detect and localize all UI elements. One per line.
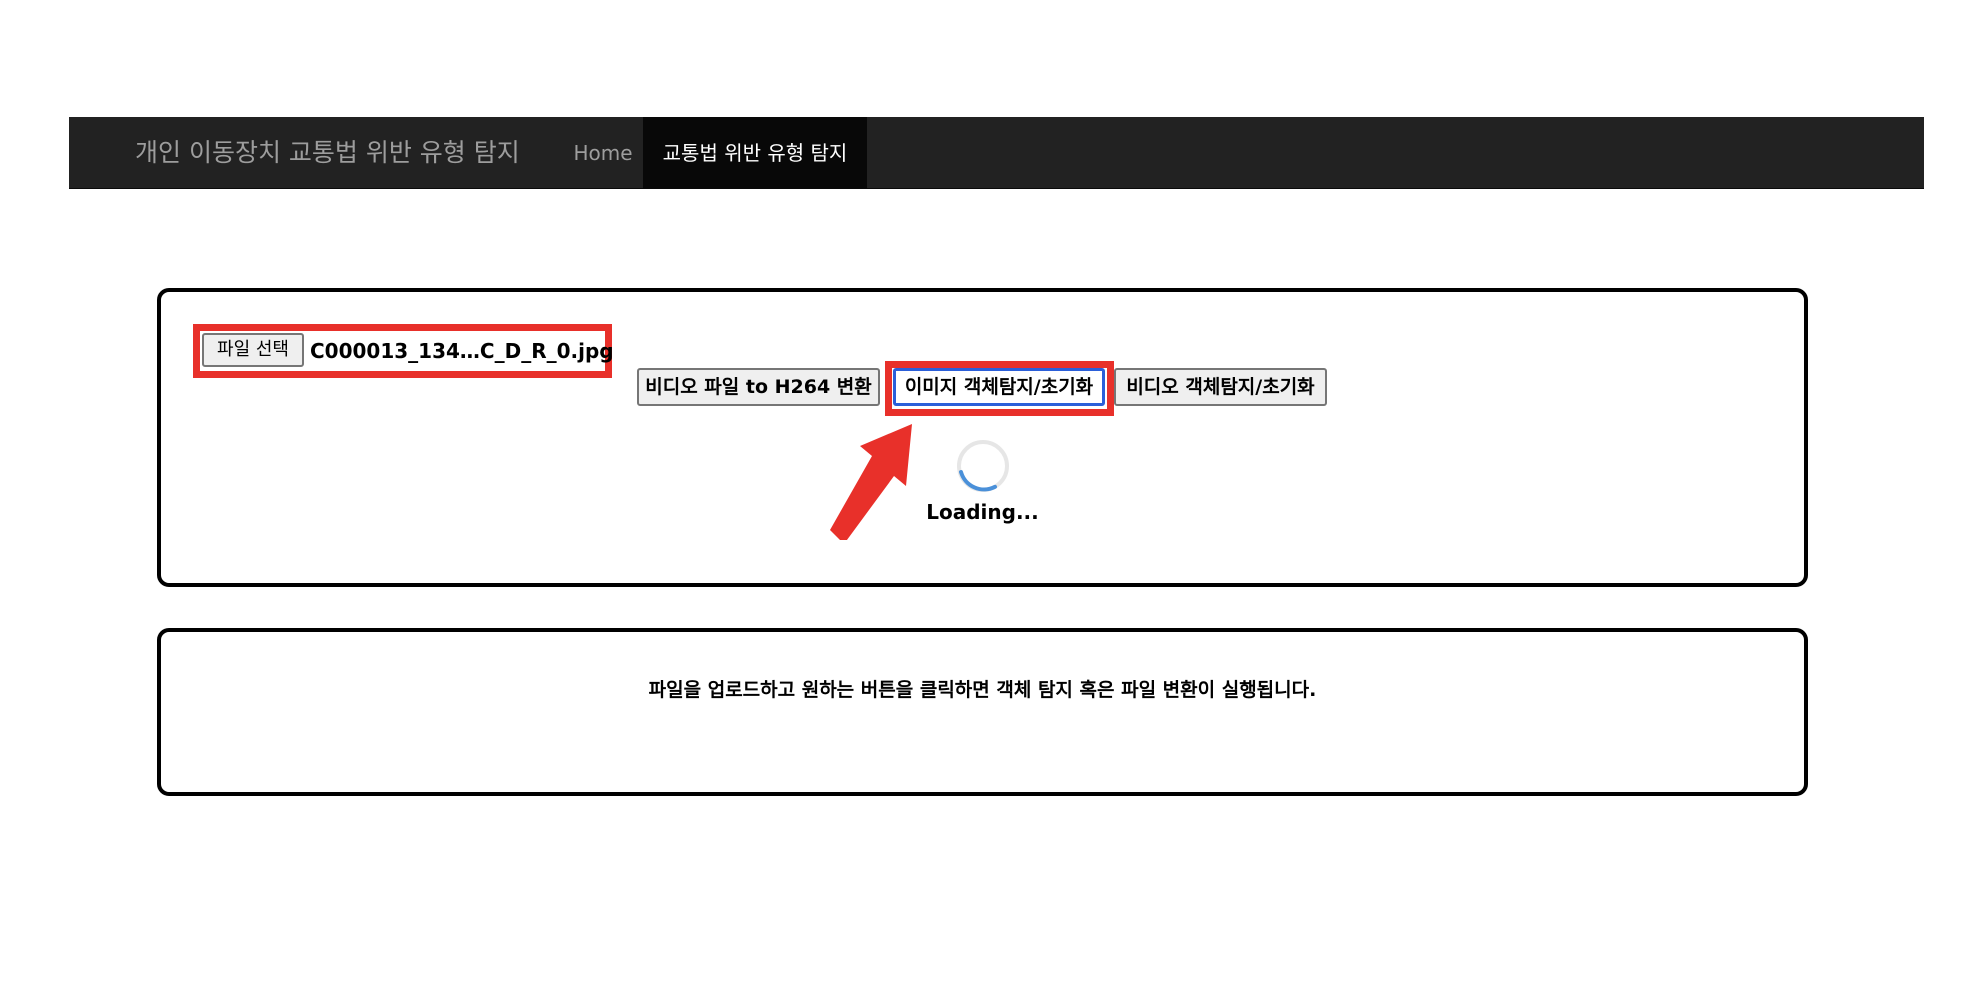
- navbar: 개인 이동장치 교통법 위반 유형 탐지 Home 교통법 위반 유형 탐지: [69, 117, 1924, 189]
- navbar-brand[interactable]: 개인 이동장치 교통법 위반 유형 탐지: [135, 117, 520, 189]
- convert-h264-button[interactable]: 비디오 파일 to H264 변환: [637, 368, 880, 406]
- loading-spinner-icon: [957, 440, 1009, 492]
- choose-file-button[interactable]: 파일 선택: [202, 333, 304, 367]
- result-message: 파일을 업로드하고 원하는 버튼을 클릭하면 객체 탐지 혹은 파일 변환이 실…: [648, 679, 1317, 701]
- selected-file-name: C000013_134…C_D_R_0.jpg: [310, 339, 614, 363]
- video-detect-button[interactable]: 비디오 객체탐지/초기화: [1114, 368, 1327, 406]
- nav-item-violation-detection[interactable]: 교통법 위반 유형 탐지: [643, 117, 867, 189]
- result-panel: [157, 628, 1808, 796]
- image-detect-button[interactable]: 이미지 객체탐지/초기화: [893, 368, 1105, 406]
- loading-text: Loading...: [926, 500, 1039, 524]
